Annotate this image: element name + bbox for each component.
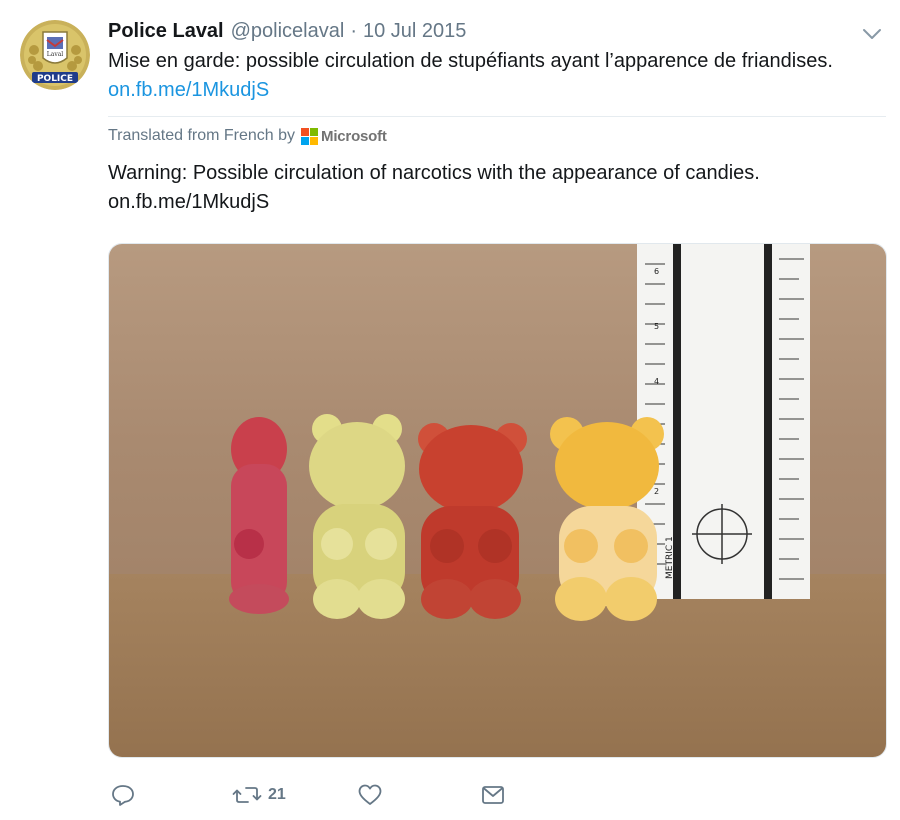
ruler-number: 6 — [654, 267, 659, 276]
avatar-badge-text: Laval — [47, 51, 64, 58]
heart-icon — [358, 784, 382, 805]
translator-name: Microsoft — [321, 127, 387, 145]
tweet-media-photo[interactable]: METRIC 1 23456 — [108, 243, 887, 758]
gummy-bear-dark-red — [418, 423, 527, 619]
retweet-button[interactable]: 21 — [232, 780, 286, 810]
original-link[interactable]: on.fb.me/1MkudjS — [108, 79, 269, 101]
gummy-bear-yellow — [309, 414, 405, 619]
translated-text: Warning: Possible circulation of narcoti… — [108, 162, 760, 184]
author-name[interactable]: Police Laval — [108, 16, 224, 46]
ruler-number: 4 — [654, 377, 659, 386]
separator: · — [350, 20, 357, 42]
author-handle[interactable]: @policelaval — [231, 16, 345, 46]
ruler-label: METRIC 1 — [665, 536, 675, 579]
original-text: Mise en garde: possible circulation de s… — [108, 50, 833, 72]
chevron-down-icon[interactable] — [858, 22, 886, 46]
retweet-icon — [232, 787, 262, 803]
reply-icon — [112, 785, 134, 806]
tweet-actions: 21 — [0, 780, 900, 810]
envelope-icon — [482, 786, 504, 804]
tweet-header: Police Laval @policelaval · 10 Jul 2015 — [108, 16, 466, 46]
tweet-date[interactable]: 10 Jul 2015 — [363, 16, 466, 46]
gummy-bear-red-side — [229, 417, 289, 614]
translated-label: Translated from French by — [108, 127, 296, 144]
like-button[interactable] — [357, 780, 383, 810]
retweet-count: 21 — [268, 786, 286, 803]
tweet-text-original: Mise en garde: possible circulation de s… — [108, 47, 848, 105]
reply-button[interactable] — [110, 780, 136, 810]
translated-link[interactable]: on.fb.me/1MkudjS — [108, 191, 269, 213]
tweet-card[interactable]: POLICE Laval Police Laval @policelaval ·… — [0, 0, 900, 820]
message-button[interactable] — [480, 780, 506, 810]
divider — [108, 116, 886, 117]
avatar[interactable]: POLICE Laval — [20, 20, 90, 90]
tweet-text-translated: Warning: Possible circulation of narcoti… — [108, 159, 868, 217]
avatar-text: POLICE — [37, 74, 73, 84]
ruler-image: METRIC 1 23456 — [637, 244, 810, 599]
ruler-number: 5 — [654, 322, 659, 331]
gummy-bear-orange — [550, 417, 664, 621]
ruler-number: 2 — [654, 487, 659, 496]
translation-attribution: Translated from French by Microsoft — [108, 125, 387, 147]
microsoft-logo-icon — [301, 127, 319, 145]
